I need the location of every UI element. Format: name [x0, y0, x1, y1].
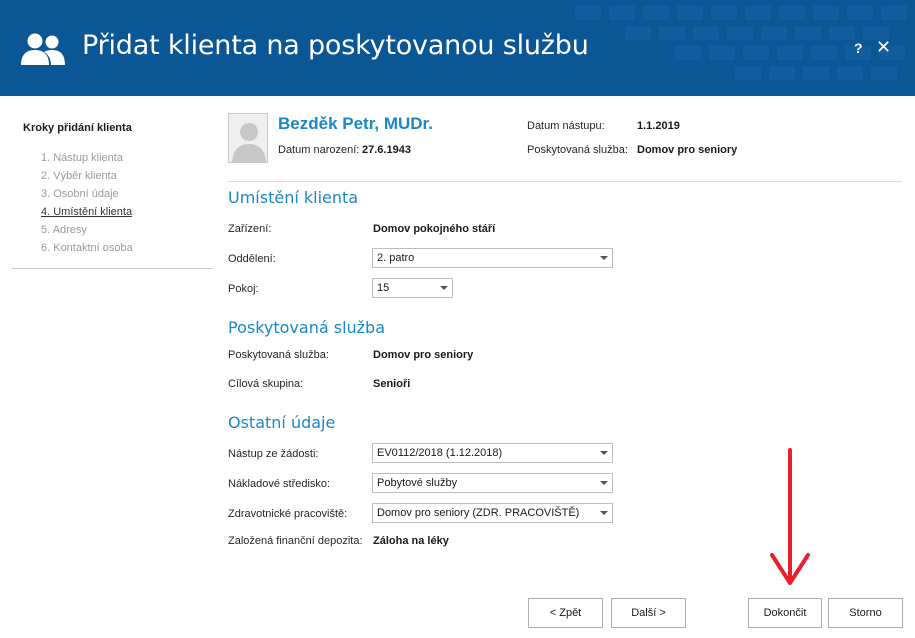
- cancel-button[interactable]: Storno: [828, 598, 903, 628]
- users-icon: [21, 33, 65, 65]
- close-button[interactable]: ✕: [876, 37, 891, 58]
- next-button[interactable]: Další >: [611, 598, 686, 628]
- deposit-label: Založená finanční depozita:: [228, 535, 363, 547]
- avatar: [228, 113, 268, 163]
- step-item[interactable]: 3. Osobní údaje: [41, 188, 133, 206]
- card-divider: [228, 181, 902, 182]
- service-value: Domov pro seniory: [373, 349, 474, 361]
- client-name: Bezděk Petr, MUDr.: [278, 114, 433, 133]
- cost-center-label: Nákladové středisko:: [228, 478, 331, 490]
- service-section-title: Poskytovaná služba: [228, 318, 386, 337]
- step-item-active[interactable]: 4. Umístění klienta: [41, 206, 133, 224]
- step-item[interactable]: 1. Nástup klienta: [41, 152, 133, 170]
- cost-center-select-value: Pobytové služby: [377, 477, 458, 489]
- person-placeholder-icon: [232, 123, 266, 162]
- request-select[interactable]: EV0112/2018 (1.12.2018): [372, 443, 613, 463]
- placement-section-title: Umístění klienta: [228, 188, 359, 207]
- department-select-value: 2. patro: [377, 252, 415, 264]
- room-label: Pokoj:: [228, 283, 259, 295]
- health-unit-label: Zdravotnické pracoviště:: [228, 508, 348, 520]
- birth-date-value: 27.6.1943: [362, 144, 411, 156]
- sidebar-divider: [12, 268, 213, 269]
- health-unit-select[interactable]: Domov pro seniory (ZDR. PRACOVIŠTĚ): [372, 503, 613, 523]
- target-group-label: Cílová skupina:: [228, 378, 304, 390]
- annotation-arrow-icon: [770, 448, 810, 585]
- chevron-down-icon: [600, 256, 608, 260]
- card-service-label: Poskytovaná služba:: [527, 144, 628, 156]
- cost-center-select[interactable]: Pobytové služby: [372, 473, 613, 493]
- steps-title: Kroky přidání klienta: [23, 122, 132, 134]
- window-title: Přidat klienta na poskytovanou službu: [82, 30, 589, 61]
- back-button[interactable]: < Zpět: [528, 598, 603, 628]
- request-label: Nástup ze žádosti:: [228, 448, 319, 460]
- facility-label: Zařízení:: [228, 223, 272, 235]
- chevron-down-icon: [600, 451, 608, 455]
- start-date-label: Datum nástupu:: [527, 120, 605, 132]
- step-item[interactable]: 6. Kontaktní osoba: [41, 242, 133, 260]
- department-select[interactable]: 2. patro: [372, 248, 613, 268]
- step-item[interactable]: 2. Výběr klienta: [41, 170, 133, 188]
- request-select-value: EV0112/2018 (1.12.2018): [377, 447, 503, 459]
- deposit-value: Záloha na léky: [373, 535, 449, 547]
- other-section-title: Ostatní údaje: [228, 413, 336, 432]
- steps-list: 1. Nástup klienta 2. Výběr klienta 3. Os…: [41, 152, 133, 260]
- facility-value: Domov pokojného stáří: [373, 223, 496, 235]
- birth-date-label: Datum narození:: [278, 144, 360, 156]
- chevron-down-icon: [440, 286, 448, 290]
- department-label: Oddělení:: [228, 253, 276, 265]
- service-label: Poskytovaná služba:: [228, 349, 329, 361]
- help-button[interactable]: ?: [854, 40, 863, 56]
- health-unit-select-value: Domov pro seniory (ZDR. PRACOVIŠTĚ): [377, 507, 580, 519]
- card-service-value: Domov pro seniory: [637, 144, 738, 156]
- step-item[interactable]: 5. Adresy: [41, 224, 133, 242]
- window-header: Přidat klienta na poskytovanou službu ? …: [0, 0, 915, 96]
- start-date-value: 1.1.2019: [637, 120, 680, 132]
- room-select-value: 15: [377, 282, 390, 294]
- target-group-value: Senioři: [373, 378, 411, 390]
- room-select[interactable]: 15: [372, 278, 453, 298]
- chevron-down-icon: [600, 511, 608, 515]
- finish-button[interactable]: Dokončit: [748, 598, 822, 628]
- chevron-down-icon: [600, 481, 608, 485]
